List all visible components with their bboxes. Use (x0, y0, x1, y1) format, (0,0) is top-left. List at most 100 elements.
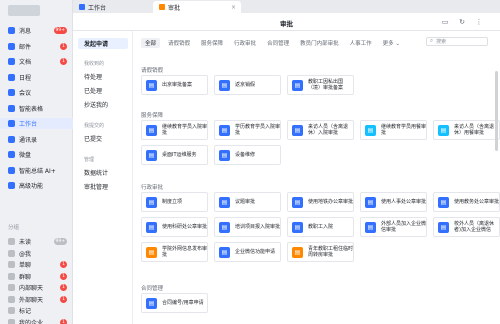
approval-form-icon: ▤ (146, 246, 157, 258)
approval-form-icon: ▤ (365, 124, 376, 136)
approval-template-label: 青年教职工租住临时周转房审批 (308, 246, 354, 258)
filter-tab-3[interactable]: 行政审批 (234, 39, 256, 47)
unread-badge: 99+ (53, 27, 67, 34)
approval-template-label: 桌面IT运维服务 (162, 152, 197, 158)
tab-approval[interactable]: 审批 × (153, 1, 241, 13)
filter-tab-7[interactable]: 更多 ⌄ (383, 39, 400, 47)
approval-template-card[interactable]: ▤ 教职工入院 (287, 217, 354, 237)
approval-template-label: 培训项目报入院审批 (235, 224, 281, 230)
approval-form-icon: ▤ (292, 246, 303, 258)
submenu-done[interactable]: 已处理 (78, 85, 128, 96)
filter-tab-2[interactable]: 服务保障 (201, 39, 223, 47)
sidebar-item-label: 高级功能 (19, 183, 44, 190)
sidebar-item-4[interactable]: 会议 (0, 87, 73, 98)
sidebar-item-6[interactable]: 工作台 (0, 118, 73, 129)
sidebar-item-3[interactable]: 日程 (0, 72, 73, 83)
group-icon (8, 272, 15, 280)
approval-template-card[interactable]: ▤ 使用地铁办公章审批 (287, 192, 354, 212)
cloud-icon (8, 151, 15, 158)
filter-tab-6[interactable]: 人事工作 (350, 39, 372, 47)
minimize-icon[interactable]: ▭ (440, 17, 450, 27)
submenu-cc[interactable]: 抄送我的 (78, 99, 128, 110)
approval-template-label: 制度立项 (162, 199, 183, 205)
group-icon (8, 238, 15, 245)
approval-template-card[interactable]: ▤ 学院外网信息发布审批 (141, 242, 208, 262)
sidebar-item-8[interactable]: 微盘 (0, 149, 73, 160)
approval-template-label: 使用人事处公章审批 (381, 199, 427, 205)
approval-template-card[interactable]: ▤ 继续教育学员入院审批 (141, 120, 208, 140)
approval-template-card[interactable]: ▤ 企业微信功能申请 (214, 242, 281, 262)
approval-template-label: 教职工因私出国（境）审批备案 (308, 79, 344, 91)
group-label: 内部聊天 (19, 285, 44, 292)
approval-template-card[interactable]: ▤ 使用科研处公章审批 (141, 217, 208, 237)
approval-template-card[interactable]: ▤ 来访人员（含离退休）用餐审批 (433, 120, 500, 140)
approval-template-card[interactable]: ▤ 学历教育学员入院审批 (214, 120, 281, 140)
approval-template-card[interactable]: ▤ 使用教务处公章审批 (433, 192, 500, 212)
approval-template-card[interactable]: ▤ 返京销假 (214, 75, 281, 95)
sidebar-item-2[interactable]: 文档 1 (0, 56, 73, 67)
approval-template-card[interactable]: ▤ 设备维修 (214, 145, 281, 165)
approval-form-icon: ▤ (219, 79, 230, 91)
approval-template-card[interactable]: ▤ 来访人员（含离退休）入院审批 (287, 120, 354, 140)
avatar[interactable] (8, 5, 40, 16)
approval-template-card[interactable]: ▤ 教职工因私出国（境）审批备案 (287, 75, 354, 95)
sidebar-item-7[interactable]: 通讯录 (0, 134, 73, 145)
mail-icon (8, 42, 15, 50)
sidebar-item-0[interactable]: 消息 99+ (0, 25, 73, 36)
group-label: 我的企业 (19, 319, 44, 324)
approval-template-card[interactable]: ▤ 议题审批 (214, 192, 281, 212)
approval-template-label: 设备维修 (235, 152, 256, 158)
filter-tab-5[interactable]: 教员门内部审批 (300, 39, 339, 47)
scrollbar[interactable] (495, 71, 498, 151)
group-label: 未读 (19, 239, 32, 246)
filter-tab-4[interactable]: 合同管理 (267, 39, 289, 47)
approval-form-icon: ▤ (438, 124, 449, 136)
approval-template-card[interactable]: ▤ 校外人员（离退休者)加入企业微信 (433, 217, 500, 237)
submenu-manage[interactable]: 审批管理 (78, 181, 128, 192)
sidebar-item-label: 消息 (19, 28, 32, 35)
sidebar-group-5[interactable]: 外部聊天 1 (0, 294, 73, 305)
approval-template-card[interactable]: ▤ 继续教育学员用餐审批 (360, 120, 427, 140)
unread-badge: 1 (60, 284, 67, 291)
approval-template-card[interactable]: ▤ 制度立项 (141, 192, 208, 212)
filter-tab-1[interactable]: 请假销假 (168, 39, 190, 47)
submenu-submitted[interactable]: 已提交 (78, 133, 128, 144)
tab-label: 审批 (168, 4, 181, 12)
grid-icon (79, 4, 85, 10)
tab-workbench[interactable]: 工作台 (73, 1, 153, 13)
approval-template-card[interactable]: ▤ 桌面IT运维服务 (141, 145, 208, 165)
refresh-icon[interactable]: ↻ (457, 17, 467, 27)
group-label: 单聊 (19, 262, 32, 269)
sidebar-item-10[interactable]: 高级功能 (0, 180, 73, 191)
group-icon (8, 261, 15, 268)
approval-template-card[interactable]: ▤ 出京审批备案 (141, 75, 208, 95)
approval-template-card[interactable]: ▤ 外部人员加入企业微信审批 (360, 217, 427, 237)
sidebar-item-1[interactable]: 邮件 1 (0, 41, 73, 52)
close-icon[interactable]: × (231, 4, 236, 11)
more-icon[interactable]: ⋮ (474, 17, 484, 27)
sidebar-group-7[interactable]: 我的企业 1 (0, 317, 73, 324)
approval-template-label: 教职工入院 (308, 224, 334, 230)
sidebar-group-4[interactable]: 内部聊天 1 (0, 282, 73, 293)
sidebar-group-0[interactable]: 未读 99+ (0, 236, 73, 247)
approval-template-card[interactable]: ▤ 使用人事处公章审批 (360, 192, 427, 212)
filter-tab-0[interactable]: 全部 (141, 38, 161, 48)
sidebar-group-6[interactable]: 标记 (0, 305, 73, 316)
tab-label: 工作台 (88, 4, 107, 12)
sidebar-group-2[interactable]: 单聊 1 (0, 259, 73, 270)
submenu-pending[interactable]: 待处理 (78, 71, 128, 82)
approval-template-card[interactable]: ▤ 合同编号/用章申请 (141, 293, 208, 313)
approval-template-card[interactable]: ▤ 培训项目报入院审批 (214, 217, 281, 237)
sidebar-item-9[interactable]: 智能总结 AI+ (0, 165, 73, 176)
submenu-group-manage: 管理 (84, 157, 95, 163)
group-label: @我 (19, 250, 32, 258)
approval-template-card[interactable]: ▤ 青年教职工租住临时周转房审批 (287, 242, 354, 262)
sidebar-group-3[interactable]: 群聊 1 (0, 271, 73, 282)
unread-badge: 1 (60, 58, 67, 65)
sidebar-group-1[interactable]: @我 (0, 248, 73, 259)
submenu-stats[interactable]: 数据统计 (78, 167, 128, 178)
approval-form-icon: ▤ (219, 124, 230, 136)
submenu-launch[interactable]: 发起申请 (78, 38, 128, 49)
sidebar-item-5[interactable]: 智能表格 (0, 103, 73, 114)
search-input[interactable]: ⌕ 搜索 (426, 37, 488, 46)
